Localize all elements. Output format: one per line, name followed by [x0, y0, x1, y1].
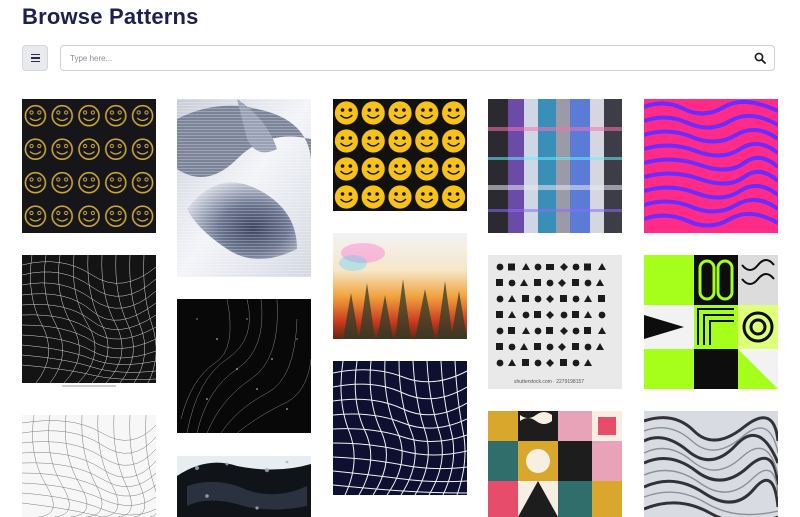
pattern-glitch-stripes[interactable]	[488, 99, 622, 233]
pattern-shape-icons-grid[interactable]: shutterstock.com · 2279198157	[488, 255, 622, 389]
pattern-wireframe-mesh[interactable]	[22, 255, 156, 389]
page-title: Browse Patterns	[22, 4, 199, 29]
menu-button[interactable]	[22, 45, 48, 71]
pattern-silver-liquid-marble[interactable]	[644, 411, 778, 517]
pattern-misty-forest[interactable]	[333, 233, 467, 339]
pattern-black-particle-wave[interactable]	[177, 299, 311, 433]
search-bar	[60, 45, 775, 71]
pattern-white-mesh[interactable]	[22, 415, 156, 517]
pattern-neon-geometric[interactable]	[644, 255, 778, 389]
pattern-blue-halftone-wave[interactable]	[177, 99, 311, 277]
pattern-smiley-outline[interactable]	[22, 99, 156, 233]
hamburger-menu-icon	[30, 53, 40, 63]
pattern-navy-grid-warp[interactable]	[333, 361, 467, 495]
search-input[interactable]	[61, 46, 731, 70]
pattern-colorful-collage[interactable]	[488, 411, 622, 517]
pattern-blue-grunge[interactable]	[177, 456, 311, 517]
pattern-yellow-smileys[interactable]	[333, 99, 467, 211]
search-icon[interactable]	[754, 52, 766, 64]
pattern-magenta-waves[interactable]	[644, 99, 778, 233]
watermark-caption: shutterstock.com · 2279198157	[514, 379, 585, 385]
